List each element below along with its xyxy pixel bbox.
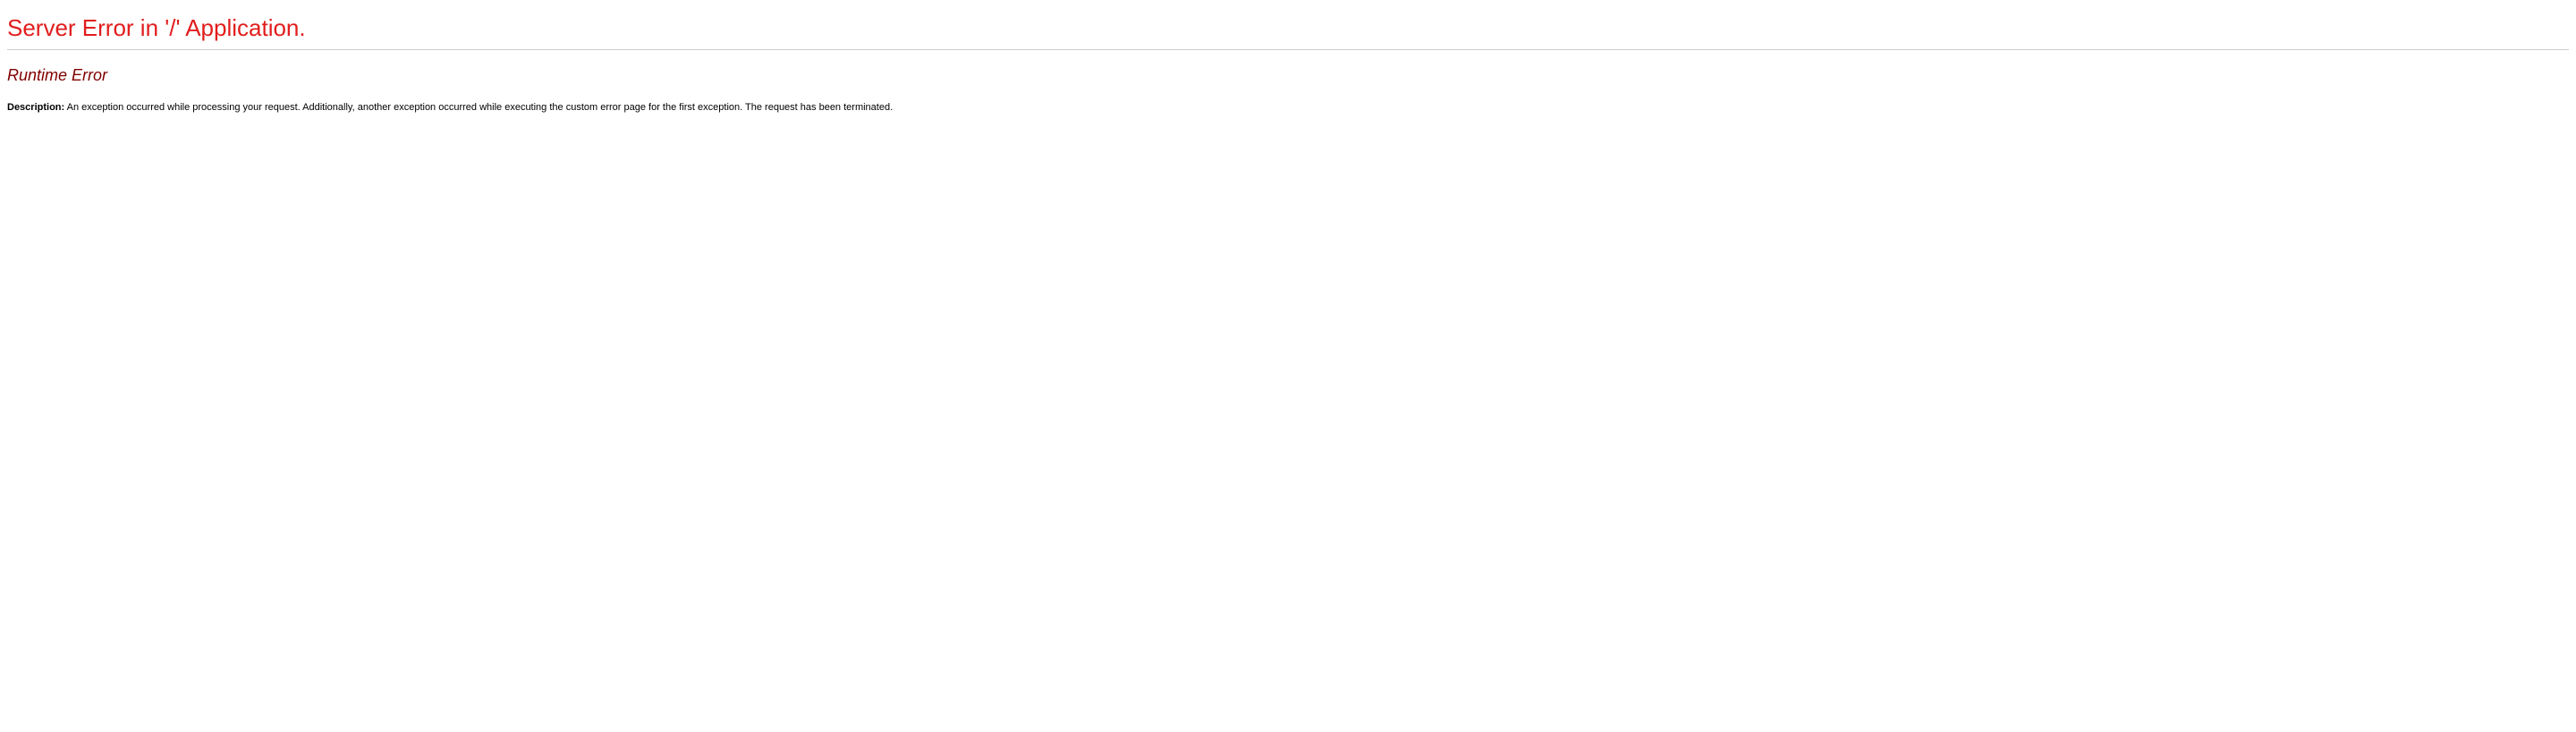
server-error-title: Server Error in '/' Application.	[7, 7, 2569, 42]
error-description: Description: An exception occurred while…	[7, 101, 2569, 115]
runtime-error-subtitle: Runtime Error	[7, 66, 2569, 85]
description-text: An exception occurred while processing y…	[64, 102, 893, 113]
description-label: Description:	[7, 102, 64, 113]
title-separator	[7, 49, 2569, 50]
